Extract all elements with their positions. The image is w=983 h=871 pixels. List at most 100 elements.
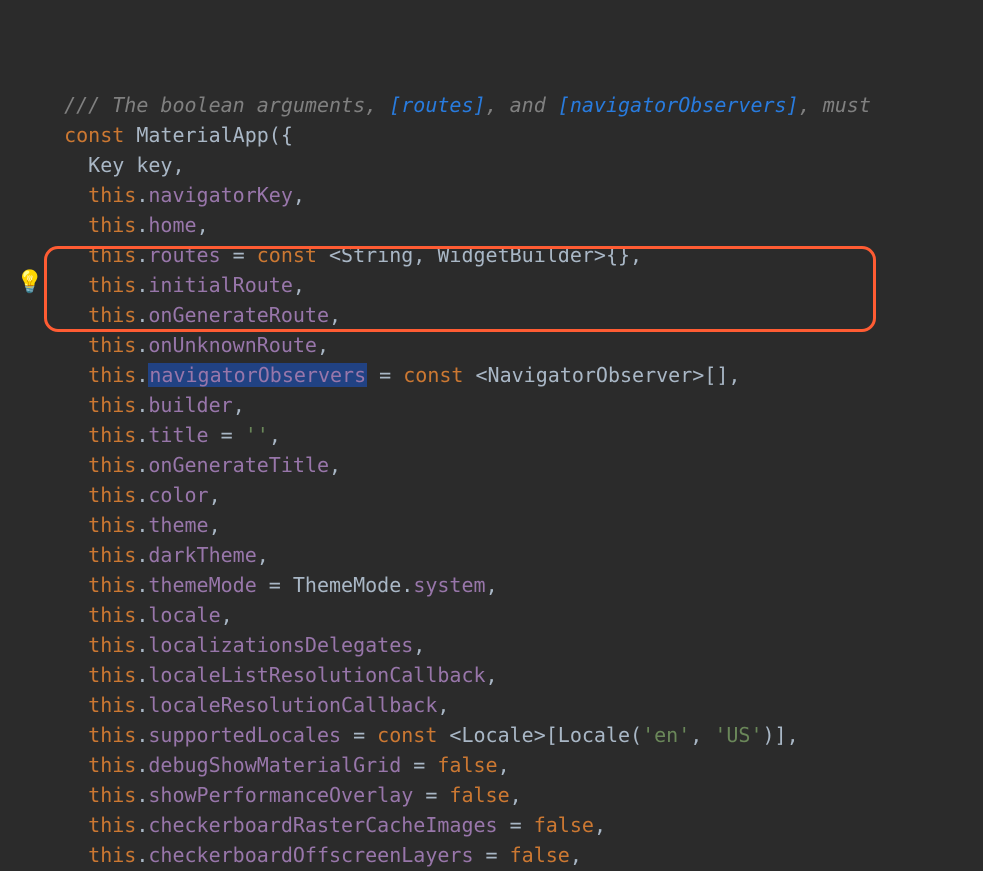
code-token: , bbox=[172, 153, 184, 177]
code-token: , bbox=[413, 633, 425, 657]
indent bbox=[40, 633, 88, 657]
code-token: . bbox=[136, 273, 148, 297]
code-token: , bbox=[570, 843, 582, 867]
code-line[interactable]: this.theme, bbox=[40, 510, 983, 540]
code-token: , bbox=[437, 693, 449, 717]
code-line[interactable]: this.darkTheme, bbox=[40, 540, 983, 570]
code-line[interactable]: this.checkerboardOffscreenLayers = false… bbox=[40, 840, 983, 870]
code-token: this bbox=[88, 243, 136, 267]
code-line[interactable]: this.navigatorKey, bbox=[40, 180, 983, 210]
code-token: . bbox=[136, 663, 148, 687]
code-token: this bbox=[88, 333, 136, 357]
code-token: this bbox=[88, 423, 136, 447]
code-token: title bbox=[148, 423, 208, 447]
code-line[interactable]: this.initialRoute, bbox=[40, 270, 983, 300]
code-token: this bbox=[88, 363, 136, 387]
code-token: localeListResolutionCallback bbox=[148, 663, 485, 687]
code-line[interactable]: this.onUnknownRoute, bbox=[40, 330, 983, 360]
code-token: this bbox=[88, 633, 136, 657]
code-token: = bbox=[498, 813, 534, 837]
code-token: . bbox=[136, 333, 148, 357]
code-line[interactable]: this.checkerboardRasterCacheImages = fal… bbox=[40, 810, 983, 840]
code-token: MaterialApp bbox=[136, 123, 268, 147]
code-token: . bbox=[136, 723, 148, 747]
code-token: . bbox=[136, 603, 148, 627]
code-line[interactable]: this.builder, bbox=[40, 390, 983, 420]
code-token: this bbox=[88, 813, 136, 837]
code-token: key bbox=[136, 153, 172, 177]
code-token: , bbox=[269, 423, 281, 447]
code-line[interactable]: this.navigatorObservers = const <Navigat… bbox=[40, 360, 983, 390]
code-line[interactable]: this.themeMode = ThemeMode.system, bbox=[40, 570, 983, 600]
code-token: . bbox=[136, 813, 148, 837]
code-token: const bbox=[64, 123, 136, 147]
code-editor[interactable]: 💡 /// The boolean arguments, [routes], a… bbox=[0, 0, 983, 871]
code-token: . bbox=[136, 363, 148, 387]
code-token: , bbox=[510, 783, 522, 807]
code-token: = bbox=[401, 753, 437, 777]
code-token: this bbox=[88, 753, 136, 777]
indent bbox=[40, 843, 88, 867]
code-token: , bbox=[690, 723, 714, 747]
code-token: themeMode bbox=[148, 573, 256, 597]
indent bbox=[40, 663, 88, 687]
code-token: )] bbox=[763, 723, 787, 747]
indent bbox=[40, 573, 88, 597]
code-token: this bbox=[88, 393, 136, 417]
code-line[interactable]: this.routes = const <String, WidgetBuild… bbox=[40, 240, 983, 270]
code-token: , bbox=[209, 513, 221, 537]
code-token: navigatorObservers bbox=[148, 363, 367, 387]
code-line[interactable]: Key key, bbox=[40, 150, 983, 180]
code-token: , bbox=[486, 573, 498, 597]
code-token: false bbox=[449, 783, 509, 807]
code-token: . bbox=[401, 573, 413, 597]
code-line[interactable]: this.localeListResolutionCallback, bbox=[40, 660, 983, 690]
code-line[interactable]: this.color, bbox=[40, 480, 983, 510]
code-token: onGenerateRoute bbox=[148, 303, 329, 327]
code-token: . bbox=[136, 303, 148, 327]
code-token: this bbox=[88, 513, 136, 537]
code-token: , bbox=[486, 663, 498, 687]
code-token: false bbox=[510, 843, 570, 867]
code-token: /// The boolean arguments, bbox=[64, 93, 389, 117]
code-token: . bbox=[136, 513, 148, 537]
code-token: , bbox=[197, 213, 209, 237]
code-line[interactable]: this.onGenerateTitle, bbox=[40, 450, 983, 480]
code-token: , bbox=[317, 333, 329, 357]
code-token: debugShowMaterialGrid bbox=[148, 753, 401, 777]
indent bbox=[40, 153, 88, 177]
code-token: onGenerateTitle bbox=[148, 453, 329, 477]
code-line[interactable]: this.title = '', bbox=[40, 420, 983, 450]
code-token: , bbox=[728, 363, 740, 387]
code-token: , bbox=[630, 243, 642, 267]
code-token: this bbox=[88, 783, 136, 807]
code-line[interactable]: this.onGenerateRoute, bbox=[40, 300, 983, 330]
code-line[interactable]: this.home, bbox=[40, 210, 983, 240]
code-token: localizationsDelegates bbox=[148, 633, 413, 657]
indent bbox=[40, 543, 88, 567]
code-token: checkerboardRasterCacheImages bbox=[148, 813, 497, 837]
code-token: this bbox=[88, 453, 136, 477]
code-area[interactable]: /// The boolean arguments, [routes], and… bbox=[0, 90, 983, 871]
code-token: color bbox=[148, 483, 208, 507]
code-token: builder bbox=[148, 393, 232, 417]
code-token: ThemeMode bbox=[293, 573, 401, 597]
code-line[interactable]: const MaterialApp({ bbox=[40, 120, 983, 150]
code-line[interactable]: this.localizationsDelegates, bbox=[40, 630, 983, 660]
code-line[interactable]: this.localeResolutionCallback, bbox=[40, 690, 983, 720]
code-token: = bbox=[413, 783, 449, 807]
code-line[interactable]: this.supportedLocales = const <Locale>[L… bbox=[40, 720, 983, 750]
code-line[interactable]: this.showPerformanceOverlay = false, bbox=[40, 780, 983, 810]
code-token: . bbox=[136, 393, 148, 417]
code-line[interactable]: this.locale, bbox=[40, 600, 983, 630]
code-token: this bbox=[88, 573, 136, 597]
indent bbox=[40, 243, 88, 267]
indent bbox=[40, 423, 88, 447]
code-token: false bbox=[534, 813, 594, 837]
code-token: this bbox=[88, 183, 136, 207]
code-line[interactable]: this.debugShowMaterialGrid = false, bbox=[40, 750, 983, 780]
code-line[interactable]: /// The boolean arguments, [routes], and… bbox=[40, 90, 983, 120]
code-token: initialRoute bbox=[148, 273, 293, 297]
code-token: , bbox=[498, 753, 510, 777]
code-token: . bbox=[136, 693, 148, 717]
